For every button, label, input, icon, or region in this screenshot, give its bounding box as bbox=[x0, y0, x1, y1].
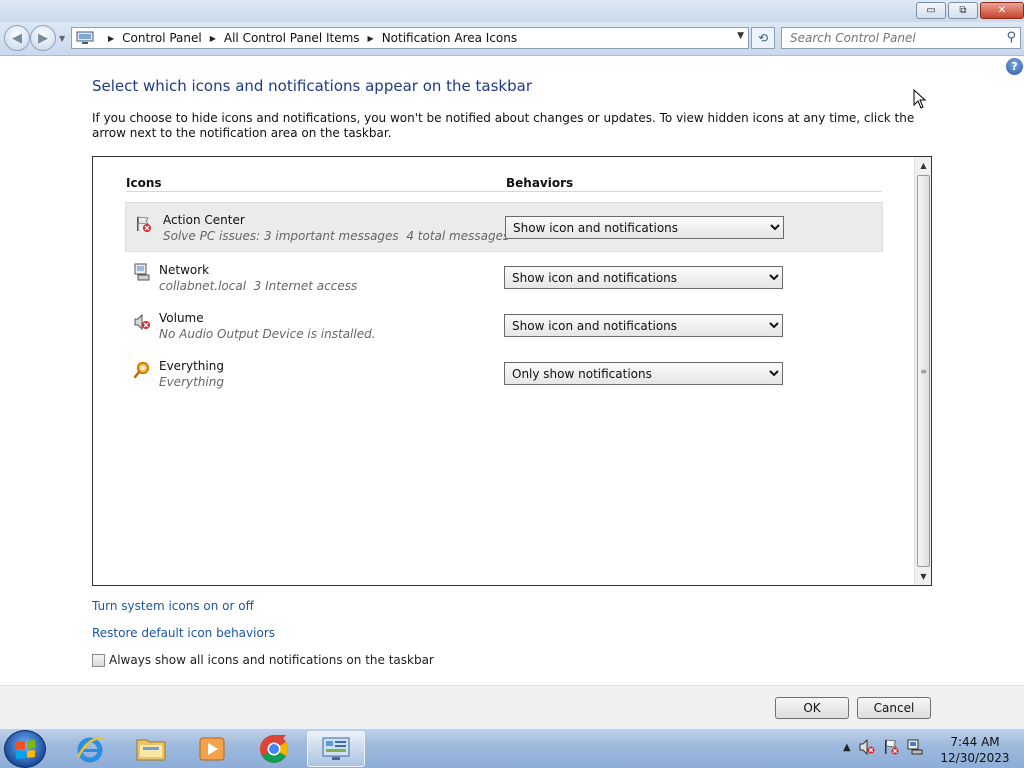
header-divider bbox=[126, 191, 882, 192]
always-show-all-checkbox[interactable] bbox=[92, 653, 105, 667]
item-description: No Audio Output Device is installed. bbox=[159, 327, 376, 341]
taskbar-control-panel[interactable] bbox=[307, 731, 365, 767]
breadcrumb-control-panel[interactable]: Control Panel bbox=[122, 31, 202, 45]
restore-defaults-link[interactable]: Restore default icon behaviors bbox=[92, 626, 275, 640]
network-icon bbox=[133, 263, 151, 281]
minimize-button[interactable]: ▭ bbox=[916, 2, 946, 19]
turn-system-icons-link[interactable]: Turn system icons on or off bbox=[92, 599, 254, 613]
action-center-flag-icon[interactable] bbox=[883, 739, 899, 755]
windows-logo-icon bbox=[16, 740, 35, 759]
control-panel-icon bbox=[322, 737, 350, 760]
taskbar-chrome[interactable] bbox=[245, 731, 303, 767]
item-name: Action Center bbox=[163, 213, 245, 227]
recent-pages-dropdown[interactable]: ▼ bbox=[59, 34, 65, 43]
show-hidden-icons-button[interactable]: ▲ bbox=[843, 742, 851, 753]
item-description: collabnet.local 3 Internet access bbox=[159, 279, 358, 293]
item-name: Everything bbox=[159, 359, 224, 373]
help-button[interactable]: ? bbox=[1006, 58, 1023, 75]
start-button[interactable] bbox=[4, 730, 46, 768]
behavior-select[interactable]: Show icon and notifications bbox=[504, 266, 783, 289]
volume-muted-icon[interactable] bbox=[859, 739, 875, 755]
search-input[interactable] bbox=[782, 28, 992, 48]
behavior-select[interactable]: Only show notifications bbox=[504, 362, 783, 385]
behavior-select[interactable]: Show icon and notifications bbox=[505, 216, 784, 239]
action-center-flag-icon bbox=[134, 215, 152, 233]
item-description: Solve PC issues: 3 important messages 4 … bbox=[163, 229, 510, 243]
notification-icons-list: Icons Behaviors Action Center Solve PC i… bbox=[92, 156, 932, 586]
window-title-bar: ▭ ⧉ ✕ bbox=[0, 0, 1024, 22]
taskbar-file-explorer[interactable] bbox=[122, 731, 180, 767]
window-controls: ▭ ⧉ ✕ bbox=[916, 2, 1024, 19]
taskbar-internet-explorer[interactable] bbox=[61, 731, 119, 767]
close-button[interactable]: ✕ bbox=[980, 2, 1024, 19]
system-tray: ▲ bbox=[843, 739, 923, 755]
page-title: Select which icons and notifications app… bbox=[92, 77, 532, 95]
address-dropdown-icon[interactable]: ▼ bbox=[737, 31, 744, 41]
folder-icon bbox=[136, 739, 166, 761]
column-header-icons: Icons bbox=[126, 176, 162, 190]
everything-search-icon bbox=[133, 361, 151, 379]
refresh-button[interactable]: ⟲ bbox=[751, 27, 775, 49]
back-arrow-icon: ◀ bbox=[12, 30, 22, 46]
mouse-cursor-icon bbox=[913, 89, 927, 109]
breadcrumb-separator-icon[interactable]: ▶ bbox=[210, 34, 216, 43]
network-icon[interactable] bbox=[907, 739, 923, 755]
computer-icon bbox=[76, 31, 94, 45]
dialog-button-bar: OK Cancel bbox=[0, 685, 1024, 728]
column-header-behaviors: Behaviors bbox=[506, 176, 574, 190]
breadcrumb-notification-area-icons[interactable]: Notification Area Icons bbox=[382, 31, 517, 45]
back-button[interactable]: ◀ bbox=[4, 25, 30, 51]
cancel-button[interactable]: Cancel bbox=[857, 697, 931, 719]
list-item-everything[interactable]: Everything Everything Only show notifica… bbox=[125, 349, 883, 399]
search-box[interactable]: ⚲ bbox=[781, 27, 1021, 49]
refresh-icon: ⟲ bbox=[757, 31, 769, 45]
intro-text: If you choose to hide icons and notifica… bbox=[92, 111, 915, 140]
address-bar[interactable]: ▶ Control Panel ▶ All Control Panel Item… bbox=[71, 27, 749, 49]
item-name: Volume bbox=[159, 311, 204, 325]
forward-button[interactable]: ▶ bbox=[30, 25, 56, 51]
breadcrumb: ▶ Control Panel ▶ All Control Panel Item… bbox=[100, 31, 517, 45]
always-show-all-row[interactable]: Always show all icons and notifications … bbox=[92, 653, 434, 667]
ok-button[interactable]: OK bbox=[775, 697, 849, 719]
taskbar-media-player[interactable] bbox=[183, 731, 241, 767]
behavior-select[interactable]: Show icon and notifications bbox=[504, 314, 783, 337]
navigation-bar: ◀ ▶ ▼ ▶ Control Panel ▶ All Control Pane… bbox=[0, 22, 1024, 56]
taskbar: ▲ 7:44 AM 12/30/2023 bbox=[0, 728, 1024, 768]
clock-date: 12/30/2023 bbox=[940, 751, 1010, 765]
media-player-icon bbox=[199, 737, 225, 761]
chrome-icon bbox=[260, 735, 288, 763]
forward-arrow-icon: ▶ bbox=[38, 30, 48, 46]
always-show-all-label[interactable]: Always show all icons and notifications … bbox=[109, 653, 434, 667]
list-item-action-center[interactable]: Action Center Solve PC issues: 3 importa… bbox=[125, 202, 883, 252]
scrollbar-thumb[interactable]: ≡ bbox=[917, 175, 930, 567]
internet-explorer-icon bbox=[76, 737, 105, 763]
scroll-down-icon[interactable]: ▼ bbox=[915, 568, 932, 585]
vertical-scrollbar[interactable]: ▲ ≡ ▼ bbox=[914, 157, 931, 585]
taskbar-clock[interactable]: 7:44 AM 12/30/2023 bbox=[940, 734, 1010, 766]
item-name: Network bbox=[159, 263, 210, 277]
item-description: Everything bbox=[159, 375, 224, 389]
list-item-volume[interactable]: Volume No Audio Output Device is install… bbox=[125, 301, 883, 351]
breadcrumb-separator-icon[interactable]: ▶ bbox=[368, 34, 374, 43]
scroll-up-icon[interactable]: ▲ bbox=[915, 157, 932, 174]
search-icon[interactable]: ⚲ bbox=[1006, 30, 1016, 45]
breadcrumb-separator-icon[interactable]: ▶ bbox=[108, 34, 114, 43]
volume-muted-icon bbox=[133, 313, 151, 331]
clock-time: 7:44 AM bbox=[950, 735, 1000, 749]
breadcrumb-all-items[interactable]: All Control Panel Items bbox=[224, 31, 360, 45]
maximize-button[interactable]: ⧉ bbox=[948, 2, 978, 19]
list-item-network[interactable]: Network collabnet.local 3 Internet acces… bbox=[125, 253, 883, 303]
